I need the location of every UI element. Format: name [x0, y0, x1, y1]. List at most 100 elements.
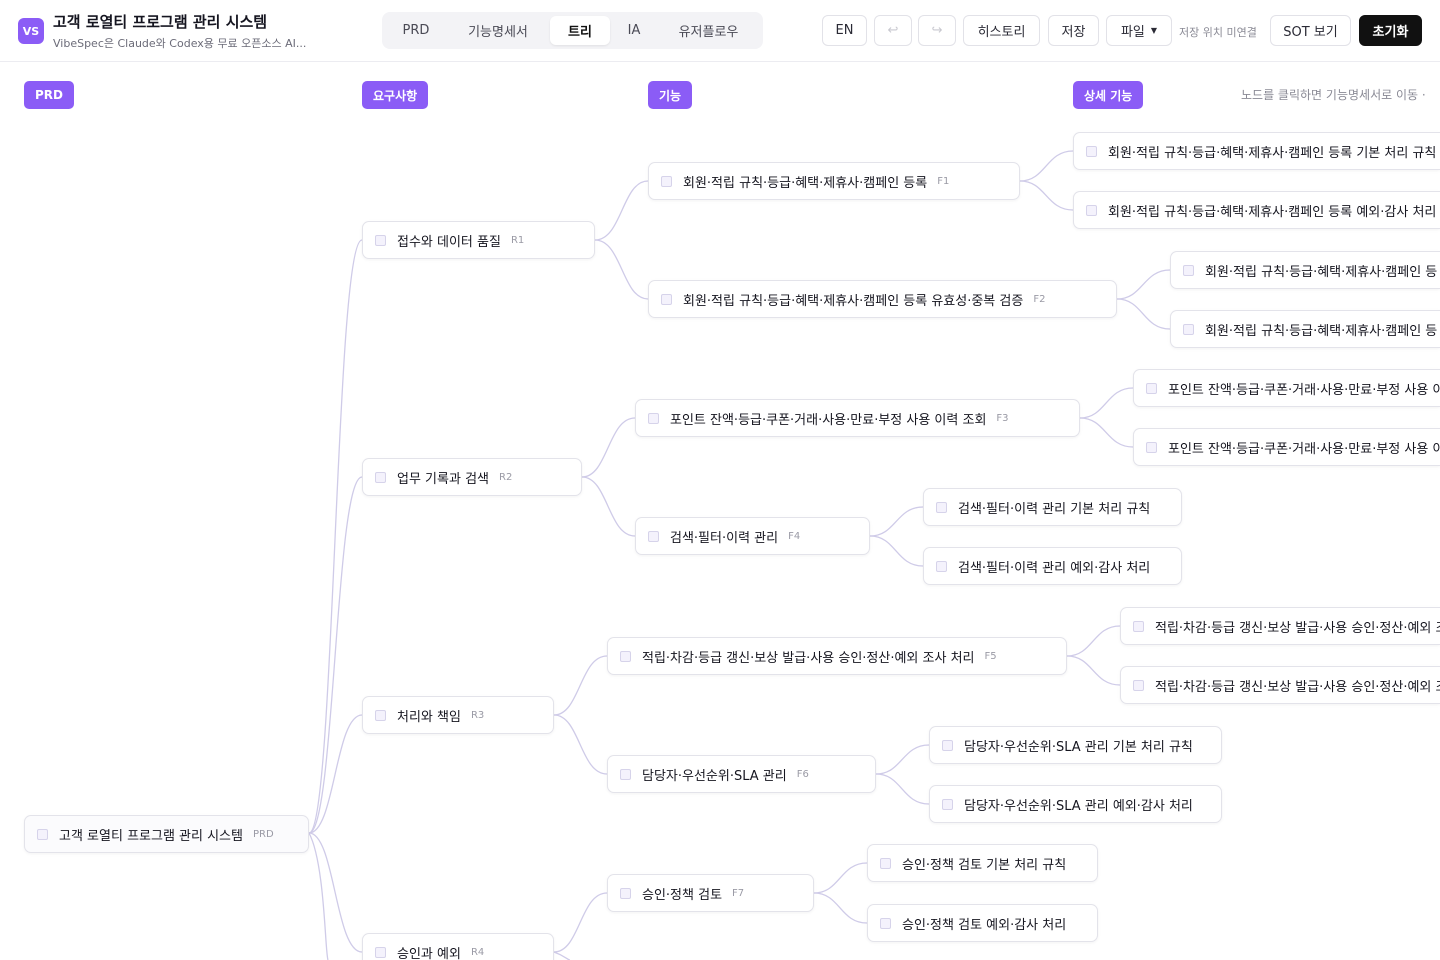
node-checkbox[interactable] — [648, 530, 659, 542]
project-subtitle: VibeSpec은 Claude와 Codex용 무료 오픈소스 AI... — [53, 37, 307, 50]
node-checkbox[interactable] — [375, 946, 386, 958]
tree-node-detail[interactable]: 검색·필터·이력 관리 예외·감사 처리 — [923, 547, 1182, 585]
link-r4-f8 — [553, 951, 571, 960]
node-checkbox[interactable] — [375, 471, 386, 483]
link-root-r3 — [308, 714, 363, 834]
node-checkbox[interactable] — [661, 175, 672, 187]
node-checkbox[interactable] — [936, 501, 947, 513]
view-tabs: PRD 기능명세서 트리 IA 유저플로우 — [382, 12, 763, 49]
tree-node-detail[interactable]: 회원·적립 규칙·등급·혜택·제휴사·캠페인 등록 예외·감사 처리 — [1073, 191, 1440, 229]
node-checkbox[interactable] — [620, 887, 631, 899]
tree-node-detail[interactable]: 회원·적립 규칙·등급·혜택·제휴사·캠페인 등 — [1170, 310, 1440, 348]
tree-node-feature[interactable]: 회원·적립 규칙·등급·혜택·제휴사·캠페인 등록 F1 — [648, 162, 1020, 200]
link-r3-f6 — [553, 714, 608, 775]
tree-node-feature[interactable]: 담당자·우선순위·SLA 관리 F6 — [607, 755, 876, 793]
node-checkbox[interactable] — [37, 828, 48, 840]
node-checkbox[interactable] — [942, 798, 953, 810]
node-label: 회원·적립 규칙·등급·혜택·제휴사·캠페인 등록 — [683, 175, 928, 191]
link-f4-d7 — [869, 506, 924, 537]
language-button[interactable]: EN — [822, 15, 867, 46]
tree-node-requirement[interactable]: 접수와 데이터 품질 R1 — [362, 221, 595, 259]
tree-node-requirement[interactable]: 승인과 예외 R4 — [362, 933, 554, 960]
link-f4-d8 — [869, 535, 924, 567]
column-header-detail-features: 상세 기능 — [1073, 81, 1144, 109]
tree-canvas[interactable]: PRD 요구사항 기능 상세 기능 노드를 클릭하면 기능명세서로 이동 · 고… — [0, 63, 1440, 960]
tree-node-requirement[interactable]: 처리와 책임 R3 — [362, 696, 554, 734]
node-checkbox[interactable] — [1183, 323, 1194, 335]
project-title[interactable]: 고객 로열티 프로그램 관리 시스템 — [53, 11, 267, 32]
node-checkbox[interactable] — [1133, 679, 1144, 691]
tree-node-feature[interactable]: 승인·정책 검토 F7 — [607, 874, 814, 912]
redo-button[interactable]: ↪ — [918, 15, 956, 46]
tree-node-detail[interactable]: 포인트 잔액·등급·쿠폰·거래·사용·만료·부정 사용 이 — [1133, 428, 1440, 466]
tree-node-detail[interactable]: 담당자·우선순위·SLA 관리 기본 처리 규칙 — [929, 726, 1222, 764]
app-logo: VS — [18, 18, 44, 44]
tree-node-feature[interactable]: 검색·필터·이력 관리 F4 — [635, 517, 870, 555]
tree-node-feature[interactable]: 포인트 잔액·등급·쿠폰·거래·사용·만료·부정 사용 이력 조회 F3 — [635, 399, 1080, 437]
node-label: 포인트 잔액·등급·쿠폰·거래·사용·만료·부정 사용 이 — [1168, 382, 1440, 398]
node-checkbox[interactable] — [880, 857, 891, 869]
node-checkbox[interactable] — [1146, 382, 1157, 394]
node-checkbox[interactable] — [620, 650, 631, 662]
top-toolbar: VS 고객 로열티 프로그램 관리 시스템 VibeSpec은 Claude와 … — [0, 0, 1440, 62]
tree-node-detail[interactable]: 적립·차감·등급 갱신·보상 발급·사용 승인·정산·예외 조 — [1120, 607, 1440, 645]
node-label: 포인트 잔액·등급·쿠폰·거래·사용·만료·부정 사용 이력 조회 — [670, 412, 987, 428]
tab-ia[interactable]: IA — [614, 16, 654, 45]
link-r1-f2 — [594, 239, 649, 300]
node-checkbox[interactable] — [375, 709, 386, 721]
tree-node-detail[interactable]: 포인트 잔액·등급·쿠폰·거래·사용·만료·부정 사용 이 — [1133, 369, 1440, 407]
chevron-down-icon: ▼ — [1150, 26, 1158, 35]
node-checkbox[interactable] — [1183, 264, 1194, 276]
node-code: F1 — [937, 175, 950, 187]
link-f1-d1 — [1019, 150, 1074, 182]
node-code: R2 — [499, 471, 513, 483]
tab-feature-spec[interactable]: 기능명세서 — [450, 16, 546, 45]
undo-button[interactable]: ↩ — [874, 15, 912, 46]
node-checkbox[interactable] — [1086, 145, 1097, 157]
tab-prd[interactable]: PRD — [386, 16, 446, 45]
tree-node-detail[interactable]: 검색·필터·이력 관리 기본 처리 규칙 — [923, 488, 1182, 526]
node-checkbox[interactable] — [942, 739, 953, 751]
tree-node-detail[interactable]: 승인·정책 검토 기본 처리 규칙 — [867, 844, 1098, 882]
link-f3-d6 — [1079, 417, 1134, 448]
tree-node-requirement[interactable]: 업무 기록과 검색 R2 — [362, 458, 582, 496]
reset-button[interactable]: 초기화 — [1359, 15, 1422, 46]
node-checkbox[interactable] — [661, 293, 672, 305]
tree-node-feature[interactable]: 적립·차감·등급 갱신·보상 발급·사용 승인·정산·예외 조사 처리 F5 — [607, 637, 1067, 675]
tree-node-detail[interactable]: 승인·정책 검토 예외·감사 처리 — [867, 904, 1098, 942]
node-code: F6 — [796, 768, 809, 780]
save-button[interactable]: 저장 — [1048, 15, 1099, 46]
node-checkbox[interactable] — [375, 234, 386, 246]
node-label: 회원·적립 규칙·등급·혜택·제휴사·캠페인 등 — [1205, 323, 1438, 339]
view-sot-button[interactable]: SOT 보기 — [1270, 15, 1351, 46]
tree-node-detail[interactable]: 회원·적립 규칙·등급·혜택·제휴사·캠페인 등록 기본 처리 규칙 — [1073, 132, 1440, 170]
node-label: 회원·적립 규칙·등급·혜택·제휴사·캠페인 등록 유효성·중복 검증 — [683, 293, 1024, 309]
link-f2-d3 — [1116, 269, 1171, 300]
node-label: 처리와 책임 — [397, 709, 461, 725]
save-location-status: 저장 위치 미연결 — [1179, 26, 1257, 39]
node-checkbox[interactable] — [1086, 204, 1097, 216]
node-label: 회원·적립 규칙·등급·혜택·제휴사·캠페인 등록 기본 처리 규칙 — [1108, 145, 1437, 161]
tab-user-flow[interactable]: 유저플로우 — [658, 16, 759, 45]
tab-tree[interactable]: 트리 — [550, 16, 610, 45]
link-f7-d14 — [813, 892, 868, 924]
link-r2-f4 — [581, 476, 636, 537]
node-checkbox[interactable] — [1146, 441, 1157, 453]
node-checkbox[interactable] — [936, 560, 947, 572]
tree-node-feature[interactable]: 회원·적립 규칙·등급·혜택·제휴사·캠페인 등록 유효성·중복 검증 F2 — [648, 280, 1117, 318]
history-button[interactable]: 히스토리 — [963, 15, 1040, 46]
file-menu-button[interactable]: 파일 ▼ — [1106, 15, 1172, 46]
link-f3-d5 — [1079, 387, 1134, 419]
tree-node-root[interactable]: 고객 로열티 프로그램 관리 시스템 PRD — [24, 815, 309, 853]
node-label: 검색·필터·이력 관리 예외·감사 처리 — [958, 560, 1151, 576]
file-button-label: 파일 — [1120, 25, 1145, 40]
canvas-hint: 노드를 클릭하면 기능명세서로 이동 · — [1241, 88, 1426, 102]
tree-node-detail[interactable]: 적립·차감·등급 갱신·보상 발급·사용 승인·정산·예외 조 — [1120, 666, 1440, 704]
node-checkbox[interactable] — [648, 412, 659, 424]
tree-node-detail[interactable]: 담당자·우선순위·SLA 관리 예외·감사 처리 — [929, 785, 1222, 823]
node-checkbox[interactable] — [880, 917, 891, 929]
node-label: 담당자·우선순위·SLA 관리 기본 처리 규칙 — [964, 739, 1193, 755]
node-checkbox[interactable] — [620, 768, 631, 780]
tree-node-detail[interactable]: 회원·적립 규칙·등급·혜택·제휴사·캠페인 등 — [1170, 251, 1440, 289]
node-checkbox[interactable] — [1133, 620, 1144, 632]
